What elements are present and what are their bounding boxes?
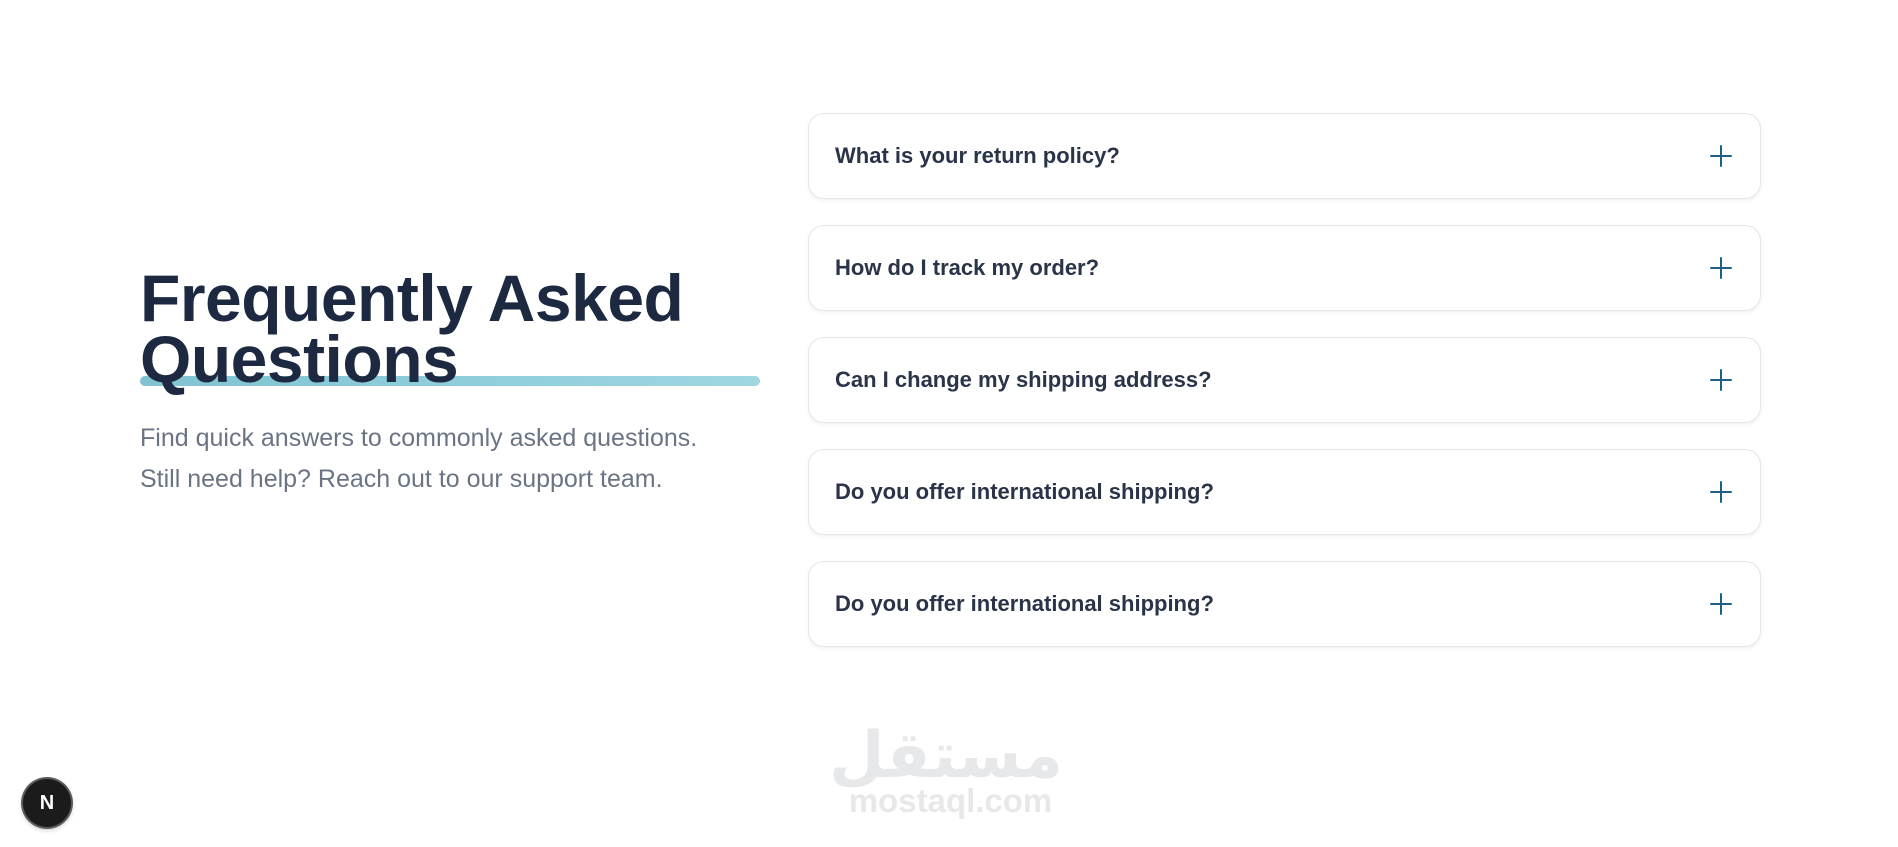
mostaql-watermark: مستقل mostaql.com xyxy=(829,720,1063,819)
faq-question: Do you offer international shipping? xyxy=(835,591,1214,616)
plus-icon[interactable] xyxy=(1710,593,1732,615)
badge-letter: N xyxy=(39,791,55,814)
faq-question: Do you offer international shipping? xyxy=(835,479,1214,504)
faq-item-change-address[interactable]: Can I change my shipping address? xyxy=(808,337,1761,423)
faq-item-track-order[interactable]: How do I track my order? xyxy=(808,225,1761,311)
faq-question: How do I track my order? xyxy=(835,255,1100,280)
faq-item-return-policy[interactable]: What is your return policy? xyxy=(808,113,1761,199)
page-title-line-2: Questions xyxy=(140,322,459,396)
faq-intro: Frequently Asked Questions Find quick an… xyxy=(140,265,760,500)
faq-accordion: What is your return policy? How do I tra… xyxy=(808,113,1761,673)
faq-description-line-1: Find quick answers to commonly asked que… xyxy=(140,424,698,452)
faq-question: Can I change my shipping address? xyxy=(835,367,1212,392)
plus-icon[interactable] xyxy=(1710,145,1732,167)
watermark-latin-text: mostaql.com xyxy=(848,782,1053,819)
plus-icon[interactable] xyxy=(1710,481,1732,503)
plus-icon[interactable] xyxy=(1710,369,1732,391)
faq-question: What is your return policy? xyxy=(835,143,1120,168)
faq-description-line-2: Still need help? Reach out to our suppor… xyxy=(140,465,663,493)
faq-item-international-shipping-2[interactable]: Do you offer international shipping? xyxy=(808,561,1761,647)
faq-description: Find quick answers to commonly asked que… xyxy=(140,418,760,500)
faq-item-international-shipping[interactable]: Do you offer international shipping? xyxy=(808,449,1761,535)
plus-icon[interactable] xyxy=(1710,257,1732,279)
nextjs-logo-icon[interactable]: N xyxy=(23,779,71,827)
page-title: Frequently Asked Questions xyxy=(140,265,760,392)
